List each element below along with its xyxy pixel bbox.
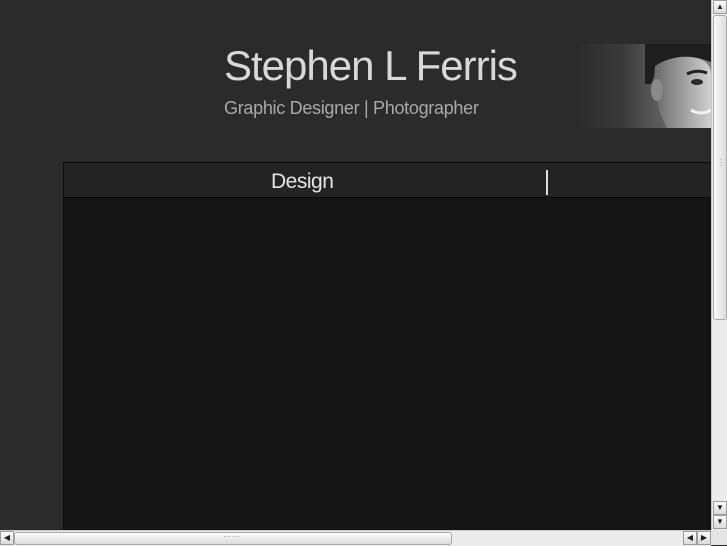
nav-divider [546, 170, 548, 195]
nav-item-design[interactable]: Design [271, 170, 334, 194]
grip-icon: ⋮⋮⋮ [717, 158, 727, 167]
scroll-down-button[interactable]: ▼ [713, 501, 727, 515]
scroll-left-button[interactable]: ◀ [0, 531, 14, 545]
site-title: Stephen L Ferris [224, 42, 518, 89]
vertical-scroll-thumb[interactable]: ⋮⋮⋮ [713, 15, 727, 320]
site-subtitle: Graphic Designer | Photographer [224, 98, 479, 118]
page-content: Stephen L Ferris Graphic Designer | Phot… [0, 0, 711, 530]
horizontal-scrollbar[interactable]: ◀ ⋯⋯ ◀ ▶ [0, 530, 711, 546]
scrollbar-corner [711, 530, 727, 545]
grip-icon: ⋯⋯ [223, 532, 241, 541]
scroll-down-button-2[interactable]: ▼ [713, 515, 727, 529]
horizontal-scroll-thumb[interactable]: ⋯⋯ [14, 532, 452, 545]
portrait-photo [575, 44, 711, 128]
scroll-left-button-2[interactable]: ◀ [683, 531, 697, 545]
content-panel: Design [63, 162, 711, 530]
scroll-up-button[interactable]: ▲ [713, 0, 727, 14]
nav-bar: Design [64, 163, 711, 198]
scroll-right-button[interactable]: ▶ [697, 531, 711, 545]
portrait-image [645, 44, 711, 128]
vertical-scrollbar[interactable]: ▲ ⋮⋮⋮ ▼ ▼ [711, 0, 727, 530]
